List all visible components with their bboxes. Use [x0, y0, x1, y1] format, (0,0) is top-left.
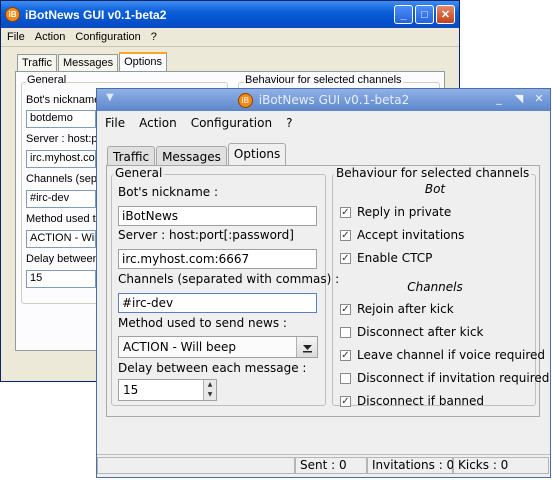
- nickname-field[interactable]: iBotNews: [118, 206, 317, 226]
- accept-invitations-checkbox[interactable]: ✓ Accept invitations: [340, 228, 464, 242]
- menu-configuration[interactable]: Configuration: [75, 31, 140, 43]
- disconnect-invitation-checkbox[interactable]: Disconnect if invitation required: [340, 371, 549, 385]
- back-server-field[interactable]: irc.myhost.com: [26, 150, 96, 168]
- status-kicks: Kicks : 0: [453, 457, 549, 474]
- disconnect-invitation-label: Disconnect if invitation required: [357, 371, 550, 385]
- back-behaviour-title: Behaviour for selected channels: [244, 74, 403, 86]
- channels-label: Channels (separated with commas) :: [118, 272, 340, 286]
- rejoin-after-kick-label: Rejoin after kick: [357, 302, 454, 316]
- back-method-select[interactable]: ACTION - Will be: [26, 230, 96, 248]
- enable-ctcp-label: Enable CTCP: [357, 251, 433, 265]
- general-group-title: General: [113, 166, 165, 180]
- disconnect-banned-label: Disconnect if banned: [357, 394, 485, 408]
- leave-channel-voice-label: Leave channel if voice required: [357, 348, 546, 362]
- menu-file[interactable]: File: [7, 31, 25, 43]
- checkbox-unchecked-icon[interactable]: [340, 326, 351, 338]
- back-delay-spinner[interactable]: 15: [26, 270, 96, 288]
- checkbox-unchecked-icon[interactable]: [340, 372, 351, 384]
- delay-label: Delay between each message :: [118, 361, 307, 375]
- maximize-icon[interactable]: □: [415, 5, 434, 24]
- checkbox-checked-icon[interactable]: ✓: [340, 252, 351, 264]
- checkbox-checked-icon[interactable]: ✓: [340, 229, 351, 241]
- reply-private-checkbox[interactable]: ✓ Reply in private: [340, 205, 451, 219]
- accept-invitations-label: Accept invitations: [357, 228, 465, 242]
- leave-channel-voice-checkbox[interactable]: ✓ Leave channel if voice required: [340, 348, 545, 362]
- back-channels-field[interactable]: #irc-dev: [26, 190, 96, 208]
- back-general-title: General: [26, 74, 68, 86]
- status-spacer: [97, 457, 295, 474]
- back-channels-label: Channels (separ: [26, 173, 107, 185]
- menu-action[interactable]: Action: [35, 31, 66, 43]
- enable-ctcp-checkbox[interactable]: ✓ Enable CTCP: [340, 251, 432, 265]
- behaviour-group-title: Behaviour for selected channels: [334, 166, 532, 180]
- back-menu-bar: File Action Configuration ?: [1, 28, 459, 47]
- delay-value: 15: [123, 383, 139, 397]
- maximize-icon[interactable]: ◥: [512, 92, 526, 105]
- menu-help[interactable]: ?: [151, 31, 157, 43]
- menu-file[interactable]: File: [105, 116, 125, 130]
- menu-bar: File Action Configuration ?: [97, 111, 550, 135]
- options-panel: General Bot's nickname : iBotNews Server…: [106, 165, 549, 417]
- spin-down-icon[interactable]: ▼: [204, 390, 216, 400]
- checkbox-checked-icon[interactable]: ✓: [340, 303, 351, 315]
- app-icon: iB: [5, 7, 20, 22]
- method-select[interactable]: ACTION - Will beep: [118, 336, 318, 358]
- chevron-down-icon[interactable]: [296, 337, 317, 357]
- method-select-value: ACTION - Will beep: [123, 340, 237, 354]
- disconnect-banned-checkbox[interactable]: ✓ Disconnect if banned: [340, 394, 484, 408]
- title-bar[interactable]: ▼ iB iBotNews GUI v0.1-beta2 _ ◥ ✕: [97, 89, 550, 111]
- status-bar: Sent : 0 Invitations : 0 Kicks : 0: [97, 454, 550, 477]
- spin-up-icon[interactable]: ▲: [204, 380, 216, 390]
- window-menu-icon[interactable]: ▼: [106, 92, 114, 103]
- disconnect-after-kick-checkbox[interactable]: Disconnect after kick: [340, 325, 484, 339]
- back-nickname-label: Bot's nickname :: [26, 94, 107, 106]
- server-label: Server : host:port[:password]: [118, 228, 294, 242]
- back-window-title: iBotNews GUI v0.1-beta2: [25, 7, 167, 22]
- checkbox-checked-icon[interactable]: ✓: [340, 349, 351, 361]
- back-nickname-field[interactable]: botdemo: [26, 110, 96, 128]
- server-field[interactable]: irc.myhost.com:6667: [118, 249, 317, 269]
- menu-action[interactable]: Action: [139, 116, 177, 130]
- channels-field[interactable]: #irc-dev: [118, 293, 317, 313]
- minimize-icon[interactable]: _: [492, 92, 506, 105]
- close-icon[interactable]: ✕: [532, 92, 546, 105]
- bot-subtitle: Bot: [424, 182, 446, 196]
- status-sent: Sent : 0: [295, 457, 367, 474]
- status-invitations: Invitations : 0: [367, 457, 454, 474]
- method-label: Method used to send news :: [118, 316, 287, 330]
- reply-private-label: Reply in private: [357, 205, 452, 219]
- close-icon[interactable]: ✕: [436, 5, 455, 24]
- app-icon: iB: [237, 92, 253, 108]
- window-title: iBotNews GUI v0.1-beta2: [258, 93, 410, 107]
- nickname-label: Bot's nickname :: [118, 185, 219, 199]
- channels-subtitle: Channels: [407, 280, 463, 294]
- checkbox-checked-icon[interactable]: ✓: [340, 395, 351, 407]
- rejoin-after-kick-checkbox[interactable]: ✓ Rejoin after kick: [340, 302, 454, 316]
- disconnect-after-kick-label: Disconnect after kick: [357, 325, 484, 339]
- back-title-bar[interactable]: iB iBotNews GUI v0.1-beta2 _ □ ✕: [1, 1, 459, 28]
- menu-configuration[interactable]: Configuration: [191, 116, 272, 130]
- minimize-icon[interactable]: _: [394, 5, 413, 24]
- delay-spinner[interactable]: 15 ▲ ▼: [118, 379, 217, 401]
- main-window[interactable]: ▼ iB iBotNews GUI v0.1-beta2 _ ◥ ✕ File …: [96, 88, 551, 478]
- checkbox-checked-icon[interactable]: ✓: [340, 206, 351, 218]
- menu-help[interactable]: ?: [286, 116, 292, 130]
